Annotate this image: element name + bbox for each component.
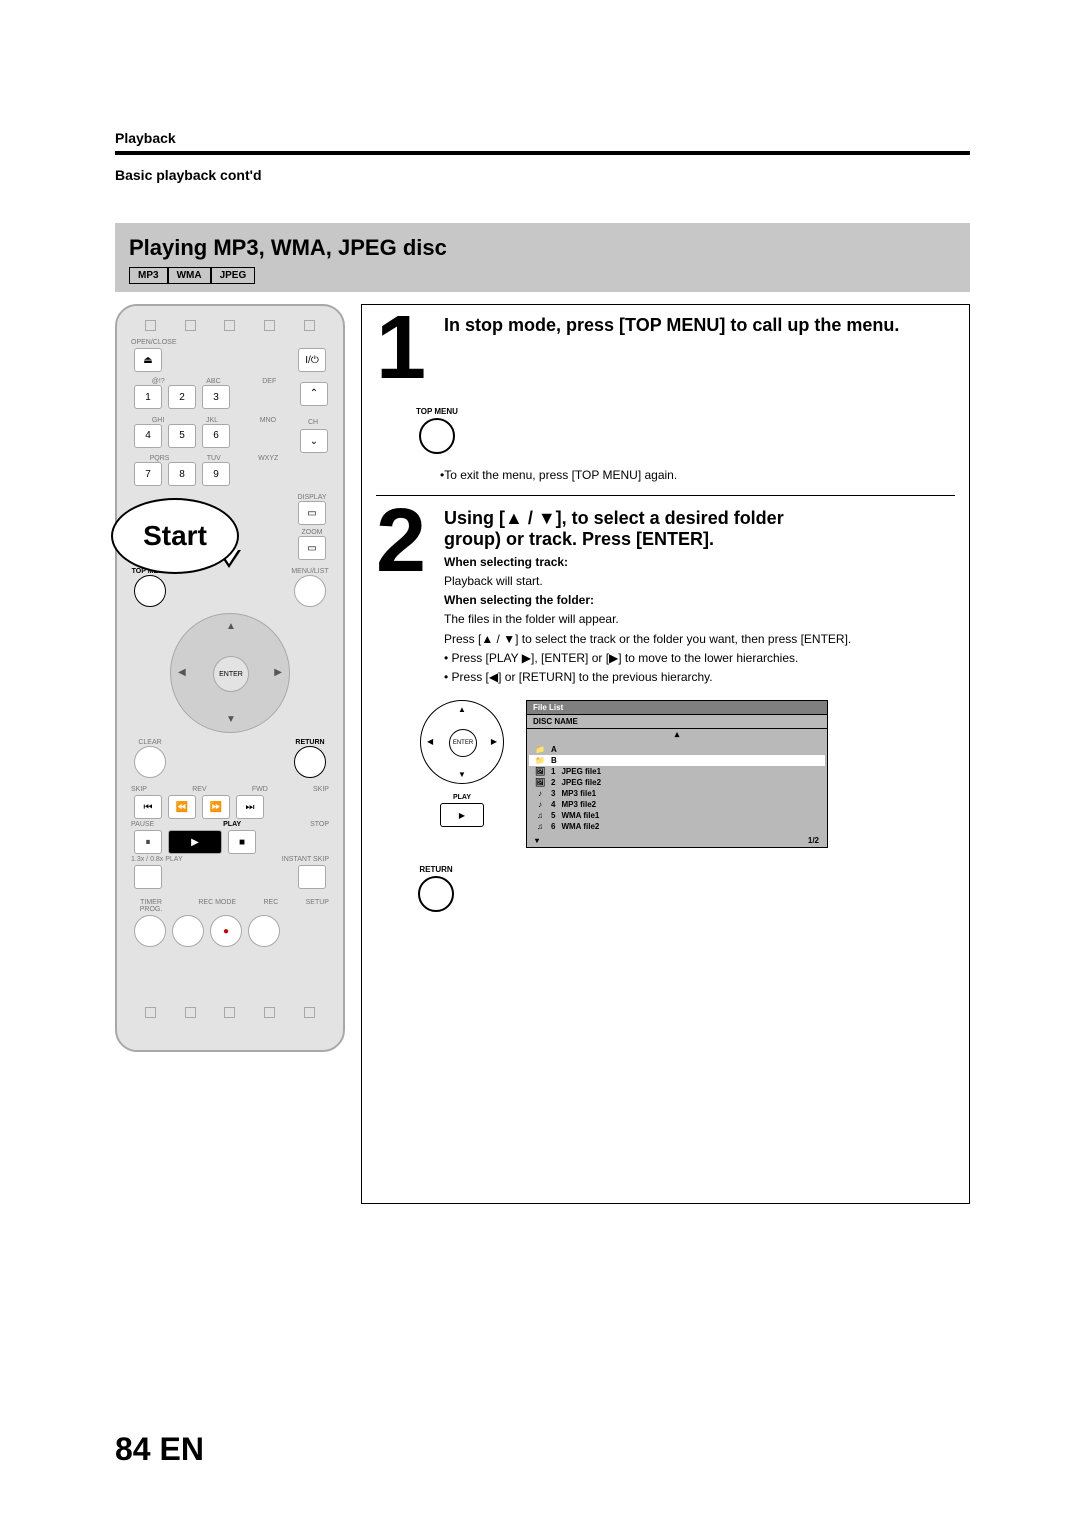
- key-6[interactable]: 6: [202, 424, 230, 448]
- scroll-up-icon: ▴: [527, 729, 827, 740]
- badge-wma: WMA: [168, 267, 211, 284]
- file-list-title: File List: [527, 701, 827, 715]
- dpad-left-icon: ◀: [178, 667, 186, 678]
- title-band: Playing MP3, WMA, JPEG disc MP3 WMA JPEG: [115, 223, 970, 292]
- play-button[interactable]: ▶: [168, 830, 222, 854]
- page-title: Playing MP3, WMA, JPEG disc: [129, 235, 956, 261]
- top-menu-button[interactable]: [134, 575, 166, 607]
- mini-dpad-icon: ENTER ▲ ▼ ◀ ▶: [420, 700, 504, 784]
- start-callout: Start: [111, 498, 239, 574]
- image-icon: 🖼: [535, 778, 545, 787]
- page-indicator: 1/2: [808, 836, 819, 845]
- file-list-subtitle: DISC NAME: [527, 715, 827, 729]
- music-icon: ♪: [535, 789, 545, 798]
- image-icon: 🖼: [535, 767, 545, 776]
- header-sub: Basic playback cont'd: [115, 167, 970, 183]
- remote-control-diagram: OPEN/CLOSE ⏏ I/⏻ @!? ABC DEF 1 2: [115, 304, 345, 1052]
- rec-button[interactable]: ●: [210, 915, 242, 947]
- steps-panel: 1 In stop mode, press [TOP MENU] to call…: [361, 304, 970, 1204]
- folder-icon: 📁: [535, 745, 545, 754]
- ch-up-button[interactable]: ⌃: [300, 382, 328, 406]
- bullet-return: • Press [◀] or [RETURN] to the previous …: [444, 669, 955, 685]
- label-open-close: OPEN/CLOSE: [131, 339, 329, 346]
- top-menu-illustration: TOP MENU: [416, 407, 458, 454]
- skip-back-button[interactable]: ⏮: [134, 795, 162, 819]
- page-number: 84: [115, 1431, 151, 1467]
- top-menu-ring-icon: [419, 418, 455, 454]
- page-footer: 84 EN: [115, 1431, 204, 1468]
- format-badges: MP3 WMA JPEG: [129, 267, 956, 284]
- folder-icon: 📁: [535, 756, 545, 765]
- fwd-button[interactable]: ⏩: [202, 795, 230, 819]
- selected-row: 📁B: [529, 755, 825, 766]
- stop-button[interactable]: ■: [228, 830, 256, 854]
- step-divider: [376, 495, 955, 496]
- header-rule: [115, 151, 970, 155]
- enter-button[interactable]: ENTER: [213, 656, 249, 692]
- mini-play-icon: ▶: [440, 803, 484, 827]
- music-icon: ♫: [535, 811, 545, 820]
- step-1-title: In stop mode, press [TOP MENU] to call u…: [444, 315, 955, 337]
- page-lang: EN: [159, 1431, 203, 1467]
- key-3[interactable]: 3: [202, 385, 230, 409]
- setup-button[interactable]: [248, 915, 280, 947]
- power-button[interactable]: I/⏻: [298, 348, 326, 372]
- return-button[interactable]: [294, 746, 326, 778]
- music-icon: ♫: [535, 822, 545, 831]
- key-2[interactable]: 2: [168, 385, 196, 409]
- clear-button[interactable]: [134, 746, 166, 778]
- sel-track-head: When selecting track:: [444, 554, 955, 570]
- key-8[interactable]: 8: [168, 462, 196, 486]
- rec-mode-button[interactable]: [172, 915, 204, 947]
- dpad-down-icon: ▼: [226, 714, 236, 725]
- key-5[interactable]: 5: [168, 424, 196, 448]
- timer-prog-button[interactable]: [134, 915, 166, 947]
- controls-illustration: ENTER ▲ ▼ ◀ ▶ PLAY ▶: [416, 700, 508, 827]
- step-2-title-b: group) or track. Press [ENTER].: [444, 529, 955, 551]
- eject-button[interactable]: ⏏: [134, 348, 162, 372]
- key-9[interactable]: 9: [202, 462, 230, 486]
- header-section: Playback: [115, 130, 970, 146]
- key-1[interactable]: 1: [134, 385, 162, 409]
- instant-skip-button[interactable]: [298, 865, 326, 889]
- scroll-down-icon: ▾: [535, 836, 539, 845]
- return-illustration: RETURN: [418, 866, 454, 912]
- step-2-title-a: Using [▲ / ▼], to select a desired folde…: [444, 508, 955, 530]
- badge-mp3: MP3: [129, 267, 168, 284]
- sel-folder-head: When selecting the folder:: [444, 592, 955, 608]
- file-list-screenshot: File List DISC NAME ▴ 📁A 📁B 🖼1JPEG file1…: [526, 700, 828, 848]
- ch-down-button[interactable]: ⌄: [300, 429, 328, 453]
- dpad-up-icon: ▲: [226, 621, 236, 632]
- music-icon: ♪: [535, 800, 545, 809]
- step-1-note: •To exit the menu, press [TOP MENU] agai…: [440, 467, 955, 483]
- speed-play-button[interactable]: [134, 865, 162, 889]
- sel-track-body: Playback will start.: [444, 573, 955, 589]
- badge-jpeg: JPEG: [211, 267, 256, 284]
- return-ring-icon: [418, 876, 454, 912]
- step-2-number: 2: [376, 508, 432, 689]
- key-7[interactable]: 7: [134, 462, 162, 486]
- skip-fwd-button[interactable]: ⏭: [236, 795, 264, 819]
- dpad-right-icon: ▶: [274, 667, 282, 678]
- sel-folder-body: The files in the folder will appear.: [444, 611, 955, 627]
- dpad[interactable]: ENTER ▲ ▼ ◀ ▶: [170, 613, 290, 733]
- step-1-number: 1: [376, 315, 432, 383]
- rev-button[interactable]: ⏪: [168, 795, 196, 819]
- display-button[interactable]: ▭: [298, 501, 326, 525]
- key-4[interactable]: 4: [134, 424, 162, 448]
- zoom-button[interactable]: ▭: [298, 536, 326, 560]
- pause-button[interactable]: ⏸: [134, 830, 162, 854]
- bullet-play: • Press [PLAY ▶], [ENTER] or [▶] to move…: [444, 650, 955, 666]
- menu-list-button[interactable]: [294, 575, 326, 607]
- press-select: Press [▲ / ▼] to select the track or the…: [444, 631, 955, 647]
